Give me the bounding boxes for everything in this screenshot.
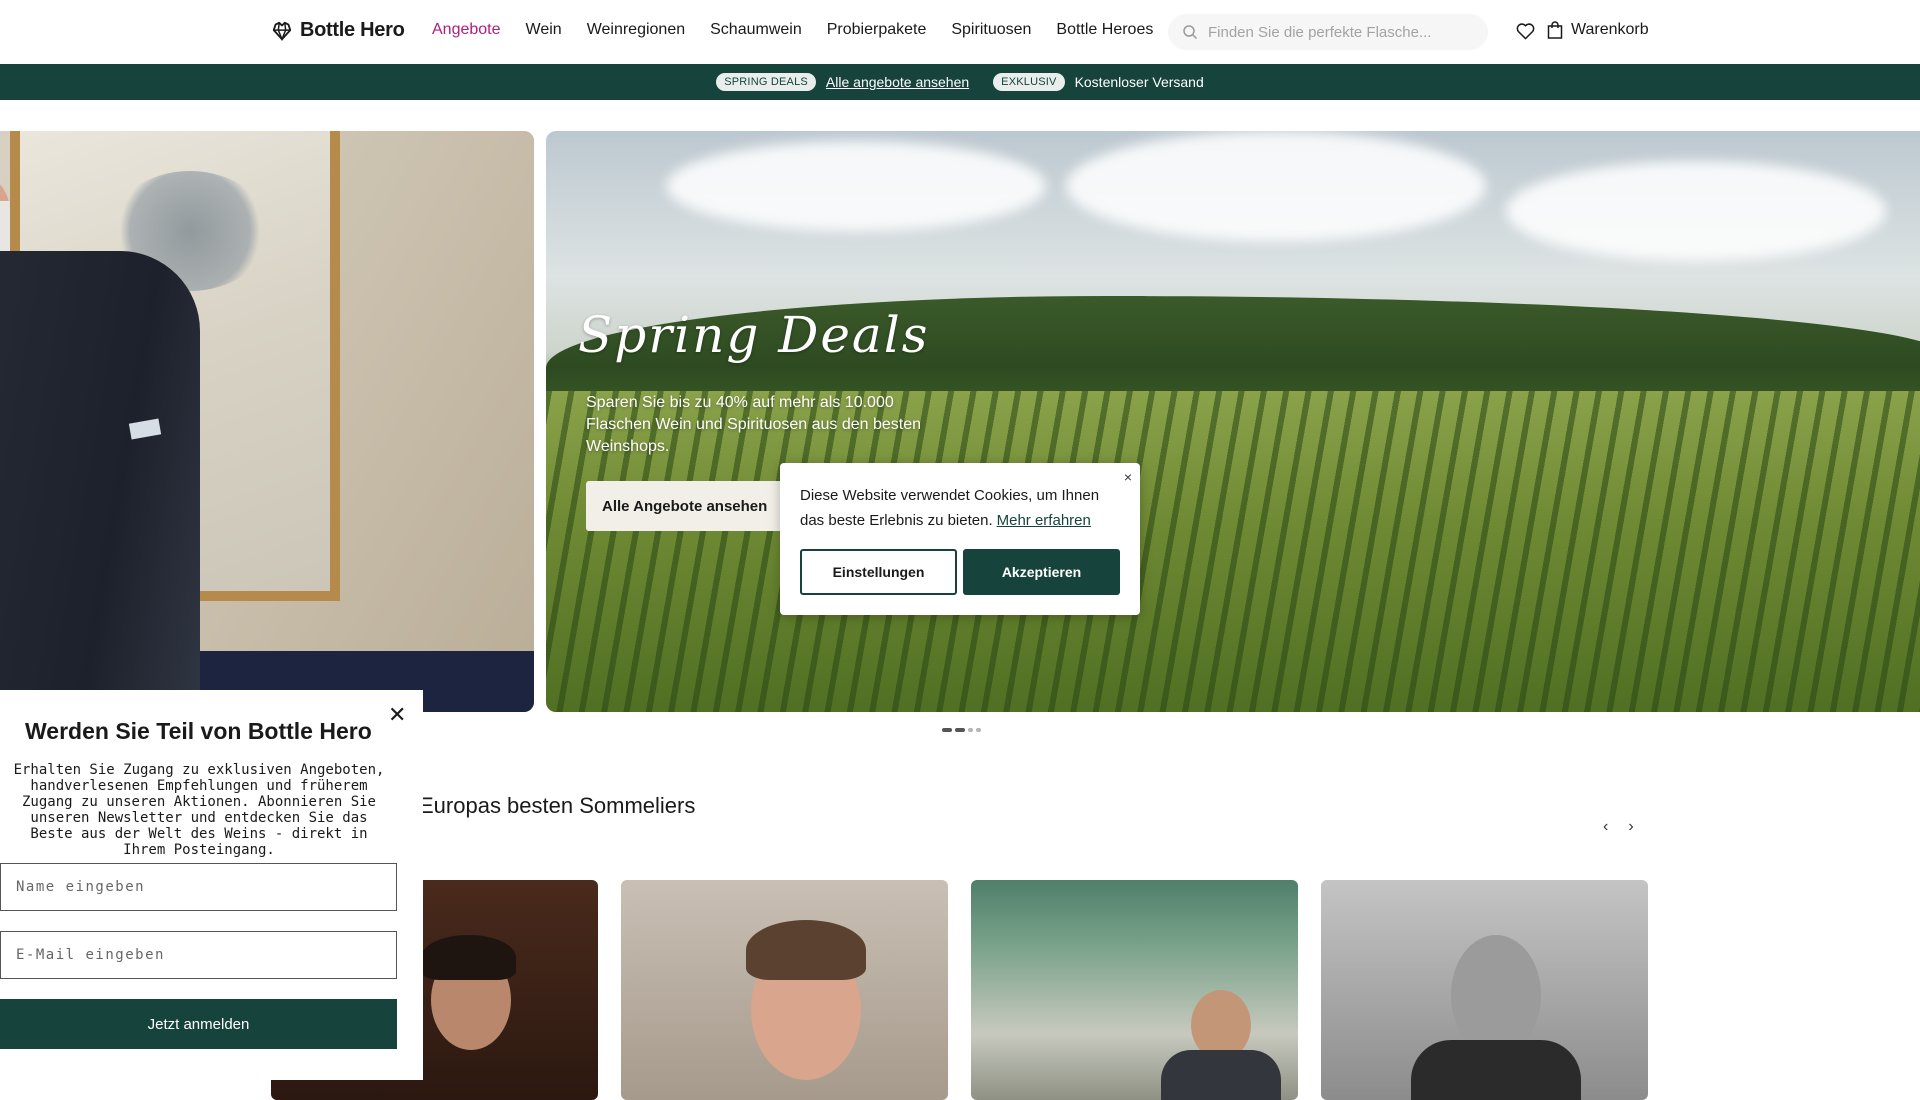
wishlist-heart-icon[interactable] [1516, 22, 1535, 40]
sommelier-card[interactable] [621, 880, 948, 1100]
newsletter-close-icon[interactable]: ✕ [388, 704, 406, 726]
carousel-dot-active[interactable] [955, 728, 965, 732]
section-title: Europas besten Sommeliers [419, 793, 696, 818]
nav-item-wein[interactable]: Wein [526, 21, 562, 39]
search-box[interactable] [1168, 14, 1488, 50]
carousel-arrows: ‹ › [1603, 818, 1634, 836]
cookie-banner: × Diese Website verwendet Cookies, um Ih… [780, 463, 1140, 615]
email-input[interactable] [0, 931, 397, 979]
all-deals-link[interactable]: Alle angebote ansehen [826, 74, 969, 90]
cloud-image [1066, 131, 1486, 241]
free-shipping-text: Kostenloser Versand [1074, 74, 1204, 90]
main-nav: Angebote Wein Weinregionen Schaumwein Pr… [432, 21, 1153, 39]
nav-item-weinregionen[interactable]: Weinregionen [587, 21, 685, 39]
sommelier-suit [1411, 1040, 1581, 1100]
cookie-accept-button[interactable]: Akzeptieren [963, 549, 1120, 595]
sommelier-hair [746, 920, 866, 980]
cookie-actions: Einstellungen Akzeptieren [800, 549, 1120, 595]
nav-item-spirituosen[interactable]: Spirituosen [951, 21, 1031, 39]
exklusiv-badge: EXKLUSIV [993, 73, 1065, 91]
sommelier-shirt [1161, 1050, 1281, 1100]
nav-item-probierpakete[interactable]: Probierpakete [827, 21, 927, 39]
cookie-more-link[interactable]: Mehr erfahren [997, 512, 1091, 529]
heart-diamond-logo-icon [272, 21, 292, 41]
logo-text: Bottle Hero [300, 19, 405, 41]
nav-item-bottle-heroes[interactable]: Bottle Heroes [1056, 21, 1153, 39]
logo[interactable]: Bottle Hero [271, 19, 405, 42]
name-input[interactable] [0, 863, 397, 911]
cart-button[interactable]: Warenkorb [1547, 21, 1649, 39]
next-arrow-icon[interactable]: › [1628, 818, 1633, 836]
all-offers-button[interactable]: Alle Angebote ansehen [586, 481, 784, 531]
subscribe-button[interactable]: Jetzt anmelden [0, 999, 397, 1049]
suit-image [0, 251, 200, 712]
cookie-close-icon[interactable]: × [1124, 469, 1132, 485]
promo-bar: SPRING DEALS Alle angebote ansehen EXKLU… [0, 64, 1920, 100]
cart-label: Warenkorb [1571, 21, 1649, 38]
carousel-dot[interactable] [942, 728, 952, 732]
nav-item-schaumwein[interactable]: Schaumwein [710, 21, 802, 39]
hero-title: Spring Deals [578, 306, 930, 364]
carousel-dots [942, 728, 981, 732]
cookie-text-block: Diese Website verwendet Cookies, um Ihne… [800, 483, 1120, 533]
spring-deals-badge: SPRING DEALS [716, 73, 816, 91]
newsletter-title: Werden Sie Teil von Bottle Hero [25, 718, 372, 744]
hero-subtitle: Sparen Sie bis zu 40% auf mehr als 10.00… [586, 394, 922, 455]
sommelier-hair [421, 935, 516, 980]
cloud-image [666, 141, 1046, 231]
hero-slide-previous[interactable] [0, 131, 534, 712]
search-input[interactable] [1208, 23, 1478, 41]
cloud-image [1506, 161, 1886, 261]
sommelier-card[interactable] [971, 880, 1298, 1100]
sommelier-card[interactable] [1321, 880, 1648, 1100]
newsletter-popup: ✕ Werden Sie Teil von Bottle Hero Erhalt… [0, 690, 423, 1080]
shopping-bag-icon [1547, 21, 1563, 39]
nav-item-angebote[interactable]: Angebote [432, 21, 501, 39]
carousel-dot[interactable] [976, 728, 981, 732]
sommelier-photo [1451, 935, 1541, 1055]
newsletter-text: Erhalten Sie Zugang zu exklusiven Angebo… [13, 762, 385, 858]
carousel-dot[interactable] [968, 728, 973, 732]
prev-arrow-icon[interactable]: ‹ [1603, 818, 1608, 836]
site-header: Bottle Hero Angebote Wein Weinregionen S… [0, 0, 1920, 64]
search-icon [1183, 25, 1198, 40]
cookie-settings-button[interactable]: Einstellungen [800, 549, 957, 595]
